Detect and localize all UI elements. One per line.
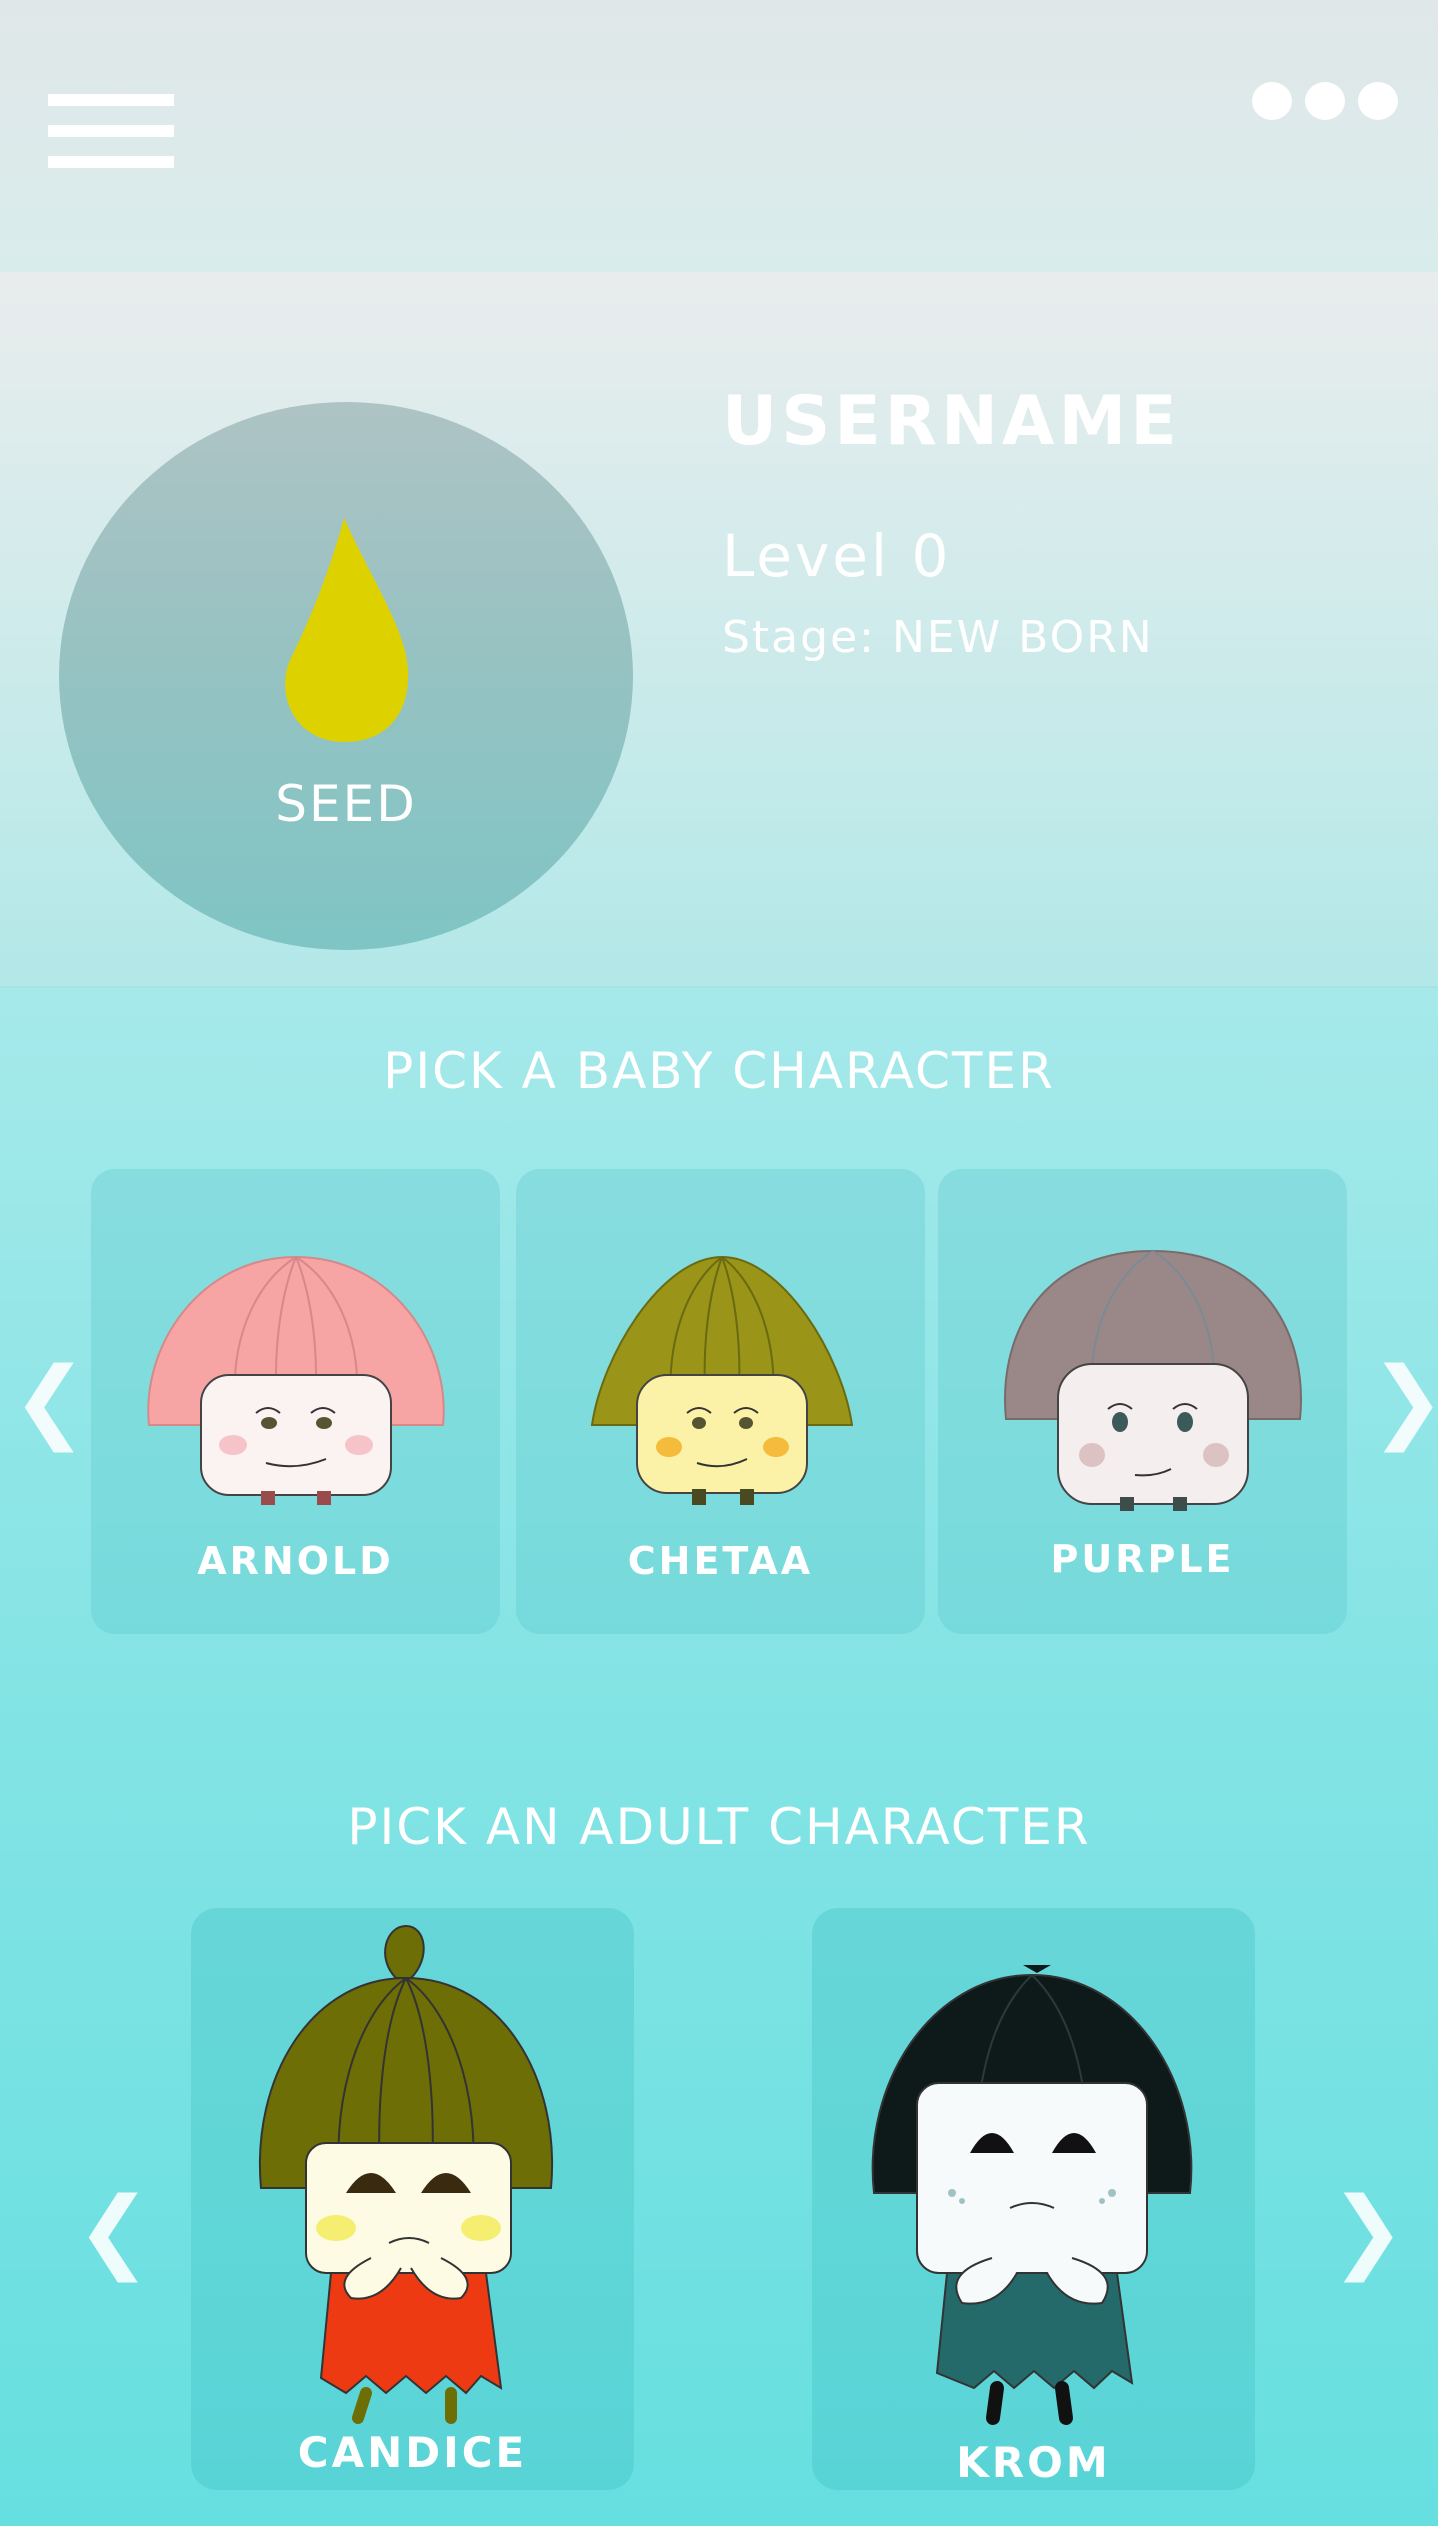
seed-drop-icon: [285, 518, 409, 742]
baby-prev-arrow[interactable]: ❮: [12, 1356, 87, 1446]
character-name: ARNOLD: [197, 1539, 394, 1583]
character-name: CHETAA: [627, 1539, 814, 1583]
adult-card-krom[interactable]: KROM: [812, 1908, 1255, 2490]
character-name: KROM: [956, 2438, 1111, 2487]
username: USERNAME: [722, 382, 1181, 461]
stage-text: Stage: NEW BORN: [722, 612, 1154, 663]
baby-section-title: PICK A BABY CHARACTER: [383, 1042, 1055, 1100]
chetaa-character-image: [590, 1255, 854, 1505]
candice-character-image: [258, 1924, 554, 2424]
more-dots-icon[interactable]: [1252, 80, 1398, 124]
baby-next-arrow[interactable]: ❯: [1370, 1356, 1438, 1446]
character-name: PURPLE: [1050, 1537, 1235, 1581]
adult-prev-arrow[interactable]: ❮: [76, 2186, 151, 2276]
krom-character-image: [871, 1965, 1193, 2425]
purple-character-image: [1004, 1249, 1302, 1511]
hamburger-menu-icon[interactable]: [48, 92, 176, 172]
adult-card-candice[interactable]: CANDICE: [191, 1908, 634, 2490]
level-text: Level 0: [722, 522, 952, 590]
baby-card-chetaa[interactable]: CHETAA: [516, 1169, 925, 1634]
adult-next-arrow[interactable]: ❯: [1330, 2186, 1405, 2276]
baby-card-purple[interactable]: PURPLE: [938, 1169, 1347, 1634]
adult-section-title: PICK AN ADULT CHARACTER: [347, 1798, 1091, 1856]
arnold-character-image: [147, 1255, 445, 1505]
baby-card-arnold[interactable]: ARNOLD: [91, 1169, 500, 1634]
top-bar: [0, 0, 1438, 272]
character-name: CANDICE: [297, 2428, 528, 2477]
avatar-label: SEED: [275, 775, 417, 833]
